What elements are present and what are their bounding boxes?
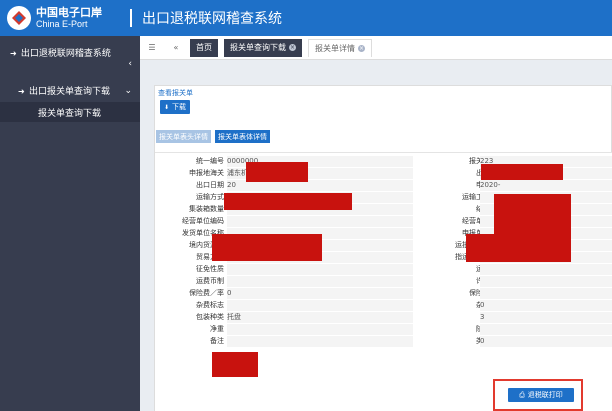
tax-refund-print-button[interactable]: ⎙ 退税联打印 <box>508 388 574 402</box>
tab-label: 报关单详情 <box>315 43 355 53</box>
field-value <box>227 324 413 335</box>
sidebar: ➜ 出口退税联网稽查系统 ‹ ➜ 出口报关单查询下载 ⌄ 报关单查询下载 <box>0 36 140 411</box>
field-value: 0 <box>480 336 612 347</box>
redaction-block <box>212 234 322 261</box>
download-label: 下载 <box>172 103 187 111</box>
subtab-label: 报关单表体详情 <box>218 132 267 141</box>
detail-row: 备注 类型备注 0 <box>155 336 612 347</box>
app-title: 出口退税联网稽查系统 <box>142 11 282 27</box>
redaction-block <box>481 164 563 180</box>
field-value <box>227 300 413 311</box>
sidebar-item-declaration-download[interactable]: 报关单查询下载 <box>0 102 140 122</box>
detail-row: 保险费／率 0 保险费币制 <box>155 288 612 299</box>
tab-label: 首页 <box>196 43 212 52</box>
field-value: 0 <box>480 300 612 311</box>
tab-home[interactable]: 首页 <box>190 38 218 57</box>
field-value: 托盘 <box>227 312 413 323</box>
field-label: 经营单位编码 <box>182 217 224 225</box>
field-value <box>227 216 413 227</box>
printer-icon: ⎙ <box>519 390 525 399</box>
redaction-block <box>224 193 352 210</box>
detail-row: 出口日期 20 申报日期 2020- <box>155 180 612 191</box>
field-label: 运费币制 <box>196 277 224 285</box>
detail-row: 征免性质 运费标志 <box>155 264 612 275</box>
menu-toggle-icon[interactable]: ☰ <box>144 43 160 52</box>
field-label: 统一编号 <box>196 157 224 165</box>
logo-cn-text: 中国电子口岸 <box>36 6 102 19</box>
field-value <box>227 276 413 287</box>
detail-row: 运费币制 许可证号 <box>155 276 612 287</box>
tab-declaration-download[interactable]: 报关单查询下载 × <box>224 38 302 57</box>
field-value <box>480 264 612 275</box>
sidebar-item-label: 出口报关单查询下载 <box>29 87 111 97</box>
close-icon[interactable]: × <box>289 44 296 51</box>
field-label: 征免性质 <box>196 265 224 273</box>
field-value <box>480 288 612 299</box>
tab-label: 报关单查询下载 <box>230 43 286 52</box>
close-icon[interactable]: × <box>358 44 365 52</box>
app-header: 中国电子口岸 China E-Port 出口退税联网稽查系统 <box>0 0 612 36</box>
field-value <box>227 264 413 275</box>
tab-bar: ☰ « 首页 报关单查询下载 × 报关单详情 × <box>140 36 612 60</box>
field-value: 2020- <box>480 180 612 191</box>
download-icon: ⬇ <box>164 103 170 111</box>
field-label: 净重 <box>210 325 224 333</box>
sidebar-item-label: 报关单查询下载 <box>38 109 102 119</box>
field-label: 保险费／率 <box>189 289 224 297</box>
subtab-header-detail[interactable]: 报关单表头详情 <box>156 130 211 143</box>
field-value: 3 <box>480 312 612 323</box>
tab-declaration-detail[interactable]: 报关单详情 × <box>308 38 372 57</box>
field-label: 备注 <box>210 337 224 345</box>
field-value <box>227 336 413 347</box>
field-label: 杂费标志 <box>196 301 224 309</box>
sidebar-item-system[interactable]: ➜ 出口退税联网稽查系统 ‹ <box>0 36 140 82</box>
download-button[interactable]: ⬇ 下载 <box>160 100 191 114</box>
subtab-body-detail[interactable]: 报关单表体详情 <box>215 130 270 143</box>
sidebar-item-export-query[interactable]: ➜ 出口报关单查询下载 ⌄ <box>0 82 140 102</box>
chevron-down-icon: ⌄ <box>124 86 132 96</box>
field-label: 包装种类 <box>196 313 224 321</box>
eport-logo-icon <box>7 6 31 30</box>
detail-row: 包装种类 托盘 件数 3 <box>155 312 612 323</box>
detail-subtabs: 报关单表头详情 报关单表体详情 <box>156 130 274 143</box>
detail-row: 净重 随附单据 <box>155 324 612 335</box>
field-label: 出口日期 <box>196 181 224 189</box>
redaction-block <box>212 352 258 377</box>
field-value <box>480 324 612 335</box>
panel-title: 查看报关单 <box>158 89 193 97</box>
signin-icon: ➜ <box>10 49 17 58</box>
print-label: 退税联打印 <box>527 391 563 399</box>
signin-icon: ➜ <box>18 87 25 96</box>
double-chevron-left-icon[interactable]: « <box>168 43 184 52</box>
field-value <box>480 276 612 287</box>
field-label: 集装箱数量 <box>189 205 224 213</box>
chevron-left-icon: ‹ <box>128 59 132 69</box>
field-value: 0 <box>227 288 413 299</box>
china-eport-logo: 中国电子口岸 China E-Port <box>0 0 140 36</box>
header-divider <box>130 9 132 27</box>
redaction-block <box>466 234 506 262</box>
field-label: 申报地海关 <box>189 169 224 177</box>
sidebar-item-label: 出口退税联网稽查系统 <box>20 49 111 59</box>
detail-row: 杂费标志 杂费／率 0 <box>155 300 612 311</box>
field-label: 运输方式 <box>196 193 224 201</box>
subtab-label: 报关单表头详情 <box>159 132 208 141</box>
redaction-block <box>246 162 308 182</box>
logo-en-text: China E-Port <box>36 19 88 29</box>
